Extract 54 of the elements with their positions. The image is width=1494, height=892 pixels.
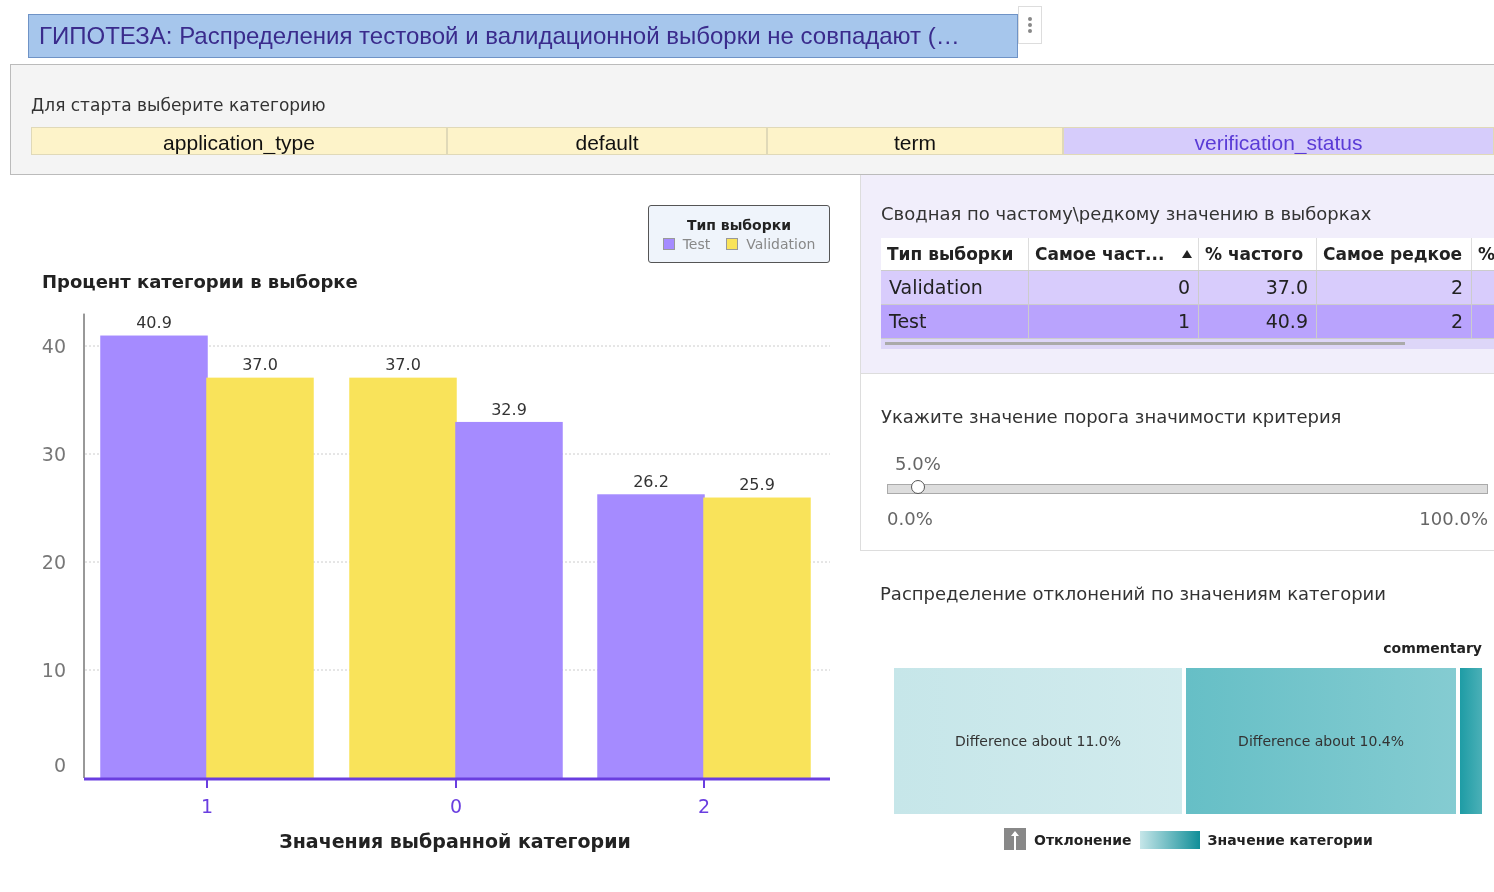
color-scale (1139, 831, 1200, 849)
panel-title: Сводная по частому\редкому значению в выборках (881, 203, 1373, 224)
table-cell: 37.0 (1199, 270, 1317, 304)
bar-value-label: 25.9 (739, 475, 775, 495)
sort-ascending-icon (1182, 250, 1192, 258)
slider-thumb[interactable] (910, 480, 925, 494)
x-tick-label: 1 (200, 795, 214, 817)
column-header[interactable]: Самое редкое (1317, 238, 1472, 270)
legend-title: Тип выборки (686, 216, 792, 233)
legend-item: Test (662, 235, 711, 252)
x-axis-title: Значения выбранной категории (278, 830, 632, 852)
legend-label: Значение категории (1207, 832, 1373, 848)
bar-value-label: 26.2 (633, 472, 669, 492)
column-header[interactable]: % (1472, 238, 1494, 270)
category-button[interactable]: term (767, 127, 1063, 155)
column-header[interactable]: % частого (1199, 238, 1317, 270)
table-cell: 0 (1029, 270, 1199, 304)
column-header[interactable]: Тип выборки (881, 238, 1029, 270)
table-cell: 1 (1029, 304, 1199, 338)
y-tick-label: 0 (53, 754, 66, 776)
bar-value-label: 32.9 (491, 399, 527, 419)
panel-title: Укажите значение порога значимости критерия (881, 406, 1343, 427)
x-tick-label: 2 (697, 795, 711, 817)
more-menu-icon[interactable] (1018, 6, 1042, 44)
treemap-header: commentary (1382, 640, 1482, 656)
size-legend-icon (1004, 828, 1026, 852)
bar-value-label: 40.9 (136, 313, 172, 333)
bar-value-label: 37.0 (242, 355, 278, 375)
legend-label: Отклонение (1034, 832, 1132, 848)
category-button[interactable]: verification_status (1063, 127, 1494, 155)
category-button[interactable]: application_type (31, 127, 447, 155)
bar-value-label: 37.0 (385, 355, 421, 375)
slider-min-label: 0.0% (887, 508, 933, 529)
table-cell: 2 (1317, 270, 1472, 304)
column-header[interactable]: Самое част... (1029, 238, 1199, 270)
slider-value: 5.0% (895, 453, 942, 474)
table-cell: 40.9 (1199, 304, 1317, 338)
y-tick-label: 40 (41, 335, 66, 357)
slider-max-label: 100.0% (1419, 508, 1488, 529)
y-tick-label: 20 (41, 551, 66, 573)
chart-title: Процент категории в выборке (42, 271, 359, 292)
table-cell: 2 (1317, 304, 1472, 338)
table-cell: Validation (881, 270, 1029, 304)
category-button[interactable]: default (447, 127, 767, 155)
treemap-tile: Difference about 10.4% (1186, 668, 1457, 814)
table-cell: Test (881, 304, 1029, 338)
legend-item: Validation (726, 235, 816, 252)
y-tick-label: 10 (41, 659, 66, 681)
panel-title: Распределение отклонений по значениям категории (880, 583, 1387, 604)
treemap-tile: Difference about 11.0% (894, 668, 1182, 814)
x-tick-label: 0 (449, 795, 463, 817)
y-tick-label: 30 (41, 443, 66, 465)
hypothesis-title: ГИПОТЕЗА: Распределения тестовой и валидационной выборки не совпадают (… (28, 14, 1018, 58)
category-prompt: Для старта выберите категорию (31, 95, 327, 115)
